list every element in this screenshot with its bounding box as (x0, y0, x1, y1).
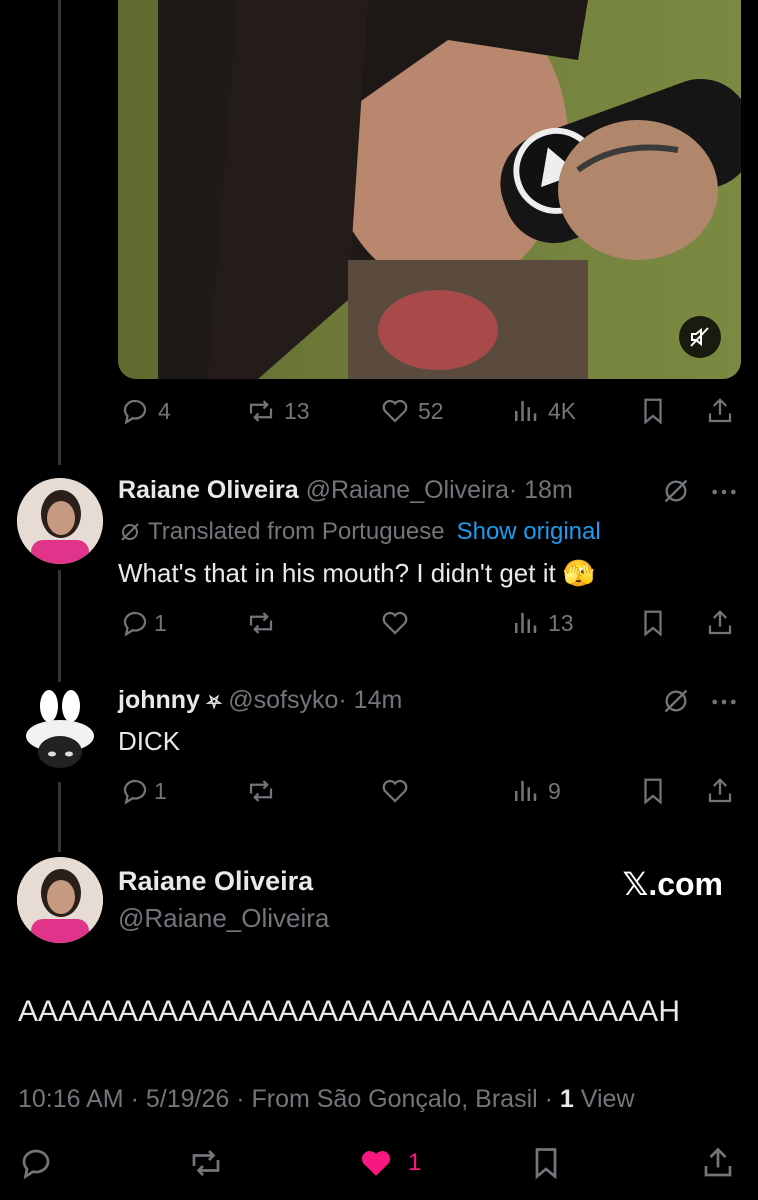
grok-icon[interactable] (662, 687, 690, 715)
thread-line (58, 0, 61, 465)
display-name[interactable]: Raiane Oliveira (118, 476, 299, 504)
video-frame (158, 0, 741, 379)
translation-notice: Translated from Portuguese Show original (118, 518, 601, 546)
translated-label: Translated from Portuguese (148, 518, 445, 545)
repost-button[interactable]: 13 (246, 396, 310, 426)
repost-icon (192, 1150, 220, 1176)
reply-text: DICK (118, 726, 181, 756)
avatar-image (17, 857, 103, 943)
share-button[interactable] (705, 396, 735, 426)
tweet-meta: 10:16 AM · 5/19/26 · From São Gonçalo, B… (18, 1085, 635, 1114)
more-options-icon[interactable] (710, 688, 738, 716)
reply-count: 1 (154, 777, 167, 804)
views-count: 9 (548, 777, 561, 804)
like-button[interactable]: 1 (358, 1145, 421, 1181)
share-icon (708, 778, 732, 803)
heart-filled-icon (362, 1151, 390, 1176)
avatar[interactable] (17, 857, 103, 943)
repost-icon (249, 400, 273, 422)
bookmark-icon (644, 398, 662, 425)
translate-icon (121, 523, 139, 541)
tweet-meta-info: 10:16 AM · 5/19/26 · From São Gonçalo, B… (18, 1085, 560, 1113)
display-name[interactable]: johnny (118, 686, 200, 714)
muted-speaker-icon (690, 327, 709, 347)
repost-button[interactable] (246, 608, 276, 638)
bookmark-icon (535, 1148, 557, 1180)
bookmark-button[interactable] (528, 1145, 564, 1181)
reply-icon (22, 1149, 50, 1180)
display-name[interactable]: Raiane Oliveira (118, 866, 313, 897)
share-icon (708, 610, 732, 635)
tweet-actions: 4 13 52 4K (118, 396, 743, 432)
reply-text: What's that in his mouth? I didn't get i… (118, 558, 596, 588)
share-button[interactable] (705, 776, 735, 806)
bookmark-icon (644, 778, 662, 805)
like-button[interactable] (380, 776, 410, 806)
share-button[interactable] (700, 1145, 736, 1181)
reply-count: 1 (154, 609, 167, 636)
reply-button[interactable] (18, 1145, 54, 1181)
reply-icon (123, 779, 147, 805)
like-button[interactable]: 52 (380, 396, 444, 426)
thread-line (58, 570, 61, 682)
heart-icon (382, 399, 408, 423)
show-original-link[interactable]: Show original (457, 518, 601, 546)
name-symbol: ⛧ (206, 692, 222, 712)
timestamp[interactable]: · 14m (338, 686, 402, 714)
reply-count: 4 (158, 397, 171, 424)
views-button[interactable]: 13 (510, 608, 574, 638)
share-button[interactable] (705, 608, 735, 638)
repost-button[interactable] (246, 776, 276, 806)
views-icon (515, 613, 537, 633)
handle[interactable]: @Raiane_Oliveira (118, 903, 329, 934)
avatar[interactable] (17, 478, 103, 564)
views-button[interactable]: 4K (510, 396, 576, 426)
tweet-actions: 1 (0, 1145, 758, 1185)
timestamp[interactable]: · 18m (509, 476, 573, 504)
reply-header: Raiane Oliveira @Raiane_Oliveira· 18m (118, 476, 573, 505)
view-label: View (573, 1085, 635, 1113)
reply-icon (123, 399, 147, 425)
reply-actions: 1 13 (118, 608, 743, 644)
repost-icon (249, 612, 273, 634)
views-count: 4K (548, 397, 577, 424)
heart-icon (382, 611, 408, 635)
repost-icon (249, 780, 273, 802)
reply-actions: 1 9 (118, 776, 743, 812)
bookmark-button[interactable] (638, 396, 668, 426)
handle[interactable]: @Raiane_Oliveira (306, 476, 509, 504)
share-icon (704, 1147, 732, 1177)
view-count: 1 (559, 1085, 574, 1113)
views-button[interactable]: 9 (510, 776, 561, 806)
mute-button[interactable] (679, 316, 721, 358)
bookmark-button[interactable] (638, 608, 668, 638)
like-button[interactable] (380, 608, 410, 638)
avatar-image (17, 688, 103, 774)
views-count: 13 (548, 609, 574, 636)
reply-button[interactable]: 1 (120, 776, 167, 806)
more-options-icon[interactable] (710, 478, 738, 506)
handle[interactable]: @sofsyko (228, 686, 338, 714)
video-media[interactable] (118, 0, 741, 379)
repost-count: 13 (284, 397, 310, 424)
grok-icon[interactable] (662, 477, 690, 505)
thread-line (58, 782, 61, 852)
x-logo: 𝕏.com (622, 866, 723, 902)
bookmark-icon (644, 610, 662, 637)
heart-icon (382, 779, 408, 803)
tweet-text: AAAAAAAAAAAAAAAAAAAAAAAAAAAAAAAAH (18, 995, 680, 1028)
like-count: 52 (418, 397, 444, 424)
like-count: 1 (408, 1149, 422, 1176)
avatar-image (17, 478, 103, 564)
avatar[interactable] (17, 688, 103, 774)
reply-button[interactable]: 4 (120, 396, 171, 426)
reply-button[interactable]: 1 (120, 608, 167, 638)
share-icon (708, 398, 732, 423)
reply-header: johnny ⛧ @sofsyko· 14m (118, 686, 402, 715)
views-icon (515, 401, 537, 421)
bookmark-button[interactable] (638, 776, 668, 806)
repost-button[interactable] (188, 1145, 224, 1181)
views-icon (515, 781, 537, 801)
reply-icon (123, 611, 147, 637)
